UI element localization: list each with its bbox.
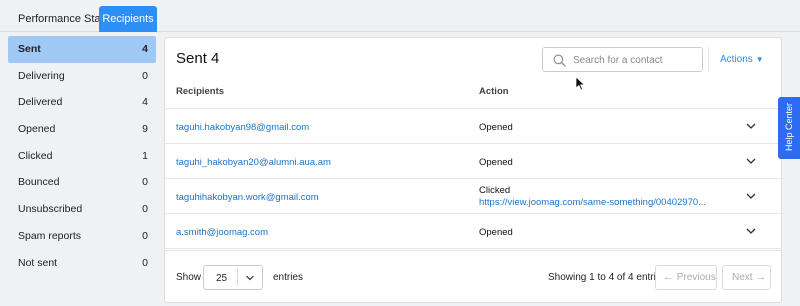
sidebar-item-bounced[interactable]: Bounced 0 xyxy=(8,169,156,196)
sidebar-item-count: 9 xyxy=(142,123,148,136)
page-size-select[interactable]: 25 xyxy=(203,265,263,290)
sidebar-item-spam-reports[interactable]: Spam reports 0 xyxy=(8,223,156,250)
recipients-panel: Sent 4 Actions▼ Recipients Action taguhi… xyxy=(164,37,782,303)
previous-label: Previous xyxy=(676,272,716,283)
table-row: taguhi_hakobyan20@alumni.aua.am Opened xyxy=(165,144,781,179)
sidebar-item-label: Unsubscribed xyxy=(18,203,83,216)
search-input[interactable] xyxy=(573,51,699,69)
sidebar: Sent 4 Delivering 0 Delivered 4 Opened 9… xyxy=(8,36,156,276)
sidebar-item-count: 1 xyxy=(142,149,148,162)
divider xyxy=(708,47,709,72)
chevron-down-icon xyxy=(246,275,254,281)
table-row: taguhi.hakobyan98@gmail.com Opened xyxy=(165,109,781,144)
sidebar-item-label: Spam reports xyxy=(18,229,82,242)
sidebar-item-count: 0 xyxy=(142,176,148,189)
show-label: Show xyxy=(176,272,202,283)
sidebar-item-label: Sent xyxy=(18,43,41,55)
sidebar-item-unsubscribed[interactable]: Unsubscribed 0 xyxy=(8,196,156,223)
sidebar-item-label: Bounced xyxy=(18,176,60,189)
help-center-label: Help Center xyxy=(784,102,794,152)
chevron-down-icon[interactable] xyxy=(745,120,757,132)
help-center-button[interactable]: Help Center xyxy=(778,97,800,159)
recipient-email[interactable]: a.smith@joomag.com xyxy=(176,227,268,238)
sidebar-item-delivered[interactable]: Delivered 4 xyxy=(8,89,156,116)
table-row: a.smith@joomag.com Opened xyxy=(165,214,781,249)
sidebar-item-count: 0 xyxy=(142,256,148,269)
sidebar-item-opened[interactable]: Opened 9 xyxy=(8,116,156,143)
page-title: Sent 4 xyxy=(176,50,220,67)
chevron-down-icon[interactable] xyxy=(745,155,757,167)
clicked-link[interactable]: https://view.joomag.com/same-something/0… xyxy=(479,197,706,208)
sidebar-item-clicked[interactable]: Clicked 1 xyxy=(8,143,156,170)
page-size-value: 25 xyxy=(216,273,228,284)
next-button[interactable]: Next → xyxy=(722,265,771,290)
sidebar-item-count: 0 xyxy=(142,229,148,242)
sidebar-item-label: Delivering xyxy=(18,69,65,82)
column-header-recipients: Recipients xyxy=(176,86,225,97)
sidebar-item-delivering[interactable]: Delivering 0 xyxy=(8,63,156,90)
recipient-action: Opened xyxy=(479,122,513,133)
divider xyxy=(165,250,781,251)
sidebar-item-label: Not sent xyxy=(18,256,58,269)
sidebar-item-count: 0 xyxy=(142,203,148,216)
recipient-email[interactable]: taguhi_hakobyan20@alumni.aua.am xyxy=(176,157,331,168)
next-label: Next xyxy=(732,272,753,283)
recipient-action: Opened xyxy=(479,227,513,238)
pagination-info: Showing 1 to 4 of 4 entries xyxy=(548,272,667,283)
actions-label: Actions xyxy=(720,54,753,65)
search-box[interactable] xyxy=(542,47,703,72)
table-row: taguhihakobyan.work@gmail.com Clicked ht… xyxy=(165,179,781,214)
recipient-email[interactable]: taguhihakobyan.work@gmail.com xyxy=(176,192,319,203)
sidebar-item-label: Delivered xyxy=(18,96,63,109)
entries-label: entries xyxy=(273,272,304,283)
arrow-left-icon: ← xyxy=(663,271,674,283)
recipient-action: Opened xyxy=(479,157,513,168)
recipient-action: Clicked xyxy=(479,185,511,196)
column-header-action: Action xyxy=(479,86,509,97)
mouse-cursor-icon xyxy=(576,77,586,91)
divider xyxy=(237,269,238,286)
sidebar-item-sent[interactable]: Sent 4 xyxy=(8,36,156,63)
sidebar-item-count: 4 xyxy=(142,43,148,55)
tab-bar: Performance Stats Recipients xyxy=(0,0,800,32)
tab-recipients[interactable]: Recipients xyxy=(99,6,157,32)
arrow-right-icon: → xyxy=(755,271,767,283)
recipient-email[interactable]: taguhi.hakobyan98@gmail.com xyxy=(176,122,309,133)
sidebar-item-count: 4 xyxy=(142,96,148,109)
sidebar-item-label: Opened xyxy=(18,123,56,136)
chevron-down-icon[interactable] xyxy=(745,225,757,237)
sidebar-item-not-sent[interactable]: Not sent 0 xyxy=(8,250,156,277)
sidebar-item-label: Clicked xyxy=(18,149,53,162)
caret-down-icon: ▼ xyxy=(755,55,764,64)
sidebar-item-count: 0 xyxy=(142,69,148,82)
previous-button[interactable]: ← Previous xyxy=(655,265,717,290)
search-icon xyxy=(553,54,566,67)
chevron-down-icon[interactable] xyxy=(745,190,757,202)
actions-dropdown[interactable]: Actions ▼ xyxy=(720,54,764,65)
